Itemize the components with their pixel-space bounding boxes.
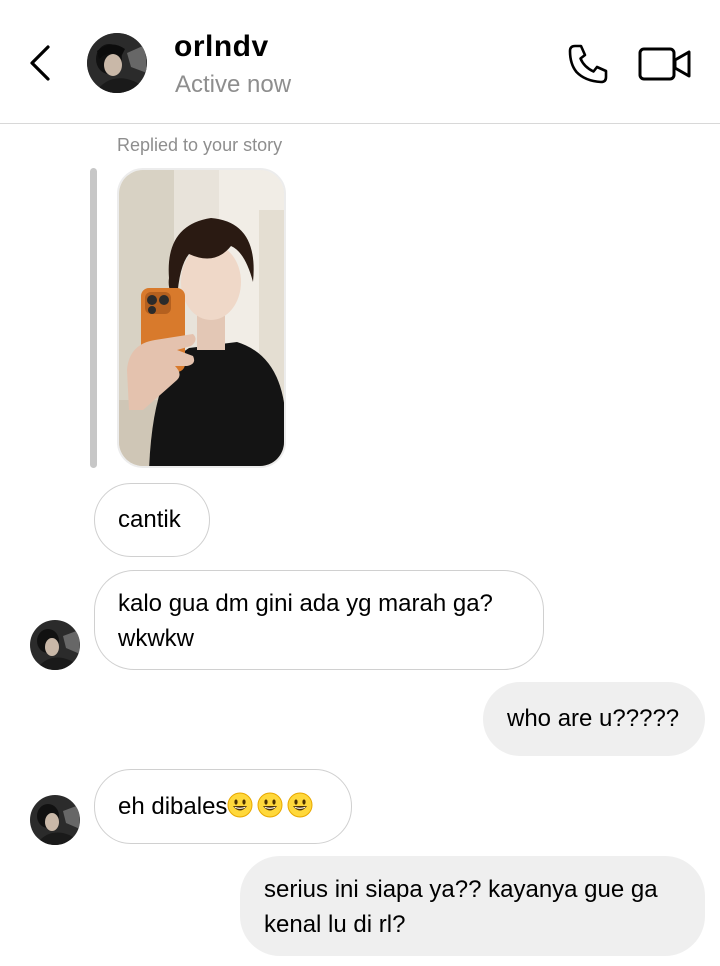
- back-button[interactable]: [22, 42, 58, 84]
- incoming-message-bubble[interactable]: eh dibales: [94, 769, 352, 844]
- contact-username[interactable]: orlndv: [174, 30, 269, 64]
- incoming-message-bubble[interactable]: cantik: [94, 483, 210, 557]
- chat-header: orlndv Active now: [0, 0, 720, 124]
- message-text-line: kalo gua dm gini ada yg marah ga?: [118, 590, 493, 617]
- outgoing-message-bubble[interactable]: who are u?????: [483, 682, 705, 756]
- message-text-line: wkwkw: [118, 625, 194, 652]
- avatar[interactable]: [30, 620, 80, 670]
- message-text: eh dibales: [118, 793, 228, 820]
- active-status: Active now: [175, 71, 292, 98]
- video-camera-icon: [638, 47, 691, 81]
- reply-indicator-bar: [90, 168, 97, 468]
- grinning-face-emoji-icon: [257, 792, 283, 818]
- voice-call-button[interactable]: [566, 42, 610, 86]
- story-reply-label: Replied to your story: [117, 135, 283, 155]
- incoming-message-bubble[interactable]: kalo gua dm gini ada yg marah ga? wkwkw: [94, 570, 544, 670]
- video-call-button[interactable]: [638, 44, 692, 84]
- grinning-face-emoji-icon: [287, 792, 313, 818]
- grinning-face-emoji-icon: [227, 792, 253, 818]
- message-text: cantik: [118, 506, 181, 533]
- chevron-left-icon: [30, 45, 50, 81]
- phone-icon: [568, 44, 608, 84]
- avatar[interactable]: [87, 33, 147, 93]
- outgoing-message-bubble[interactable]: serius ini siapa ya?? kayanya gue ga ken…: [240, 856, 705, 956]
- message-text-line: kenal lu di rl?: [264, 911, 406, 938]
- message-text-line: serius ini siapa ya?? kayanya gue ga: [264, 876, 658, 903]
- message-text: who are u?????: [507, 705, 680, 732]
- story-thumbnail[interactable]: [117, 168, 286, 468]
- avatar[interactable]: [30, 795, 80, 845]
